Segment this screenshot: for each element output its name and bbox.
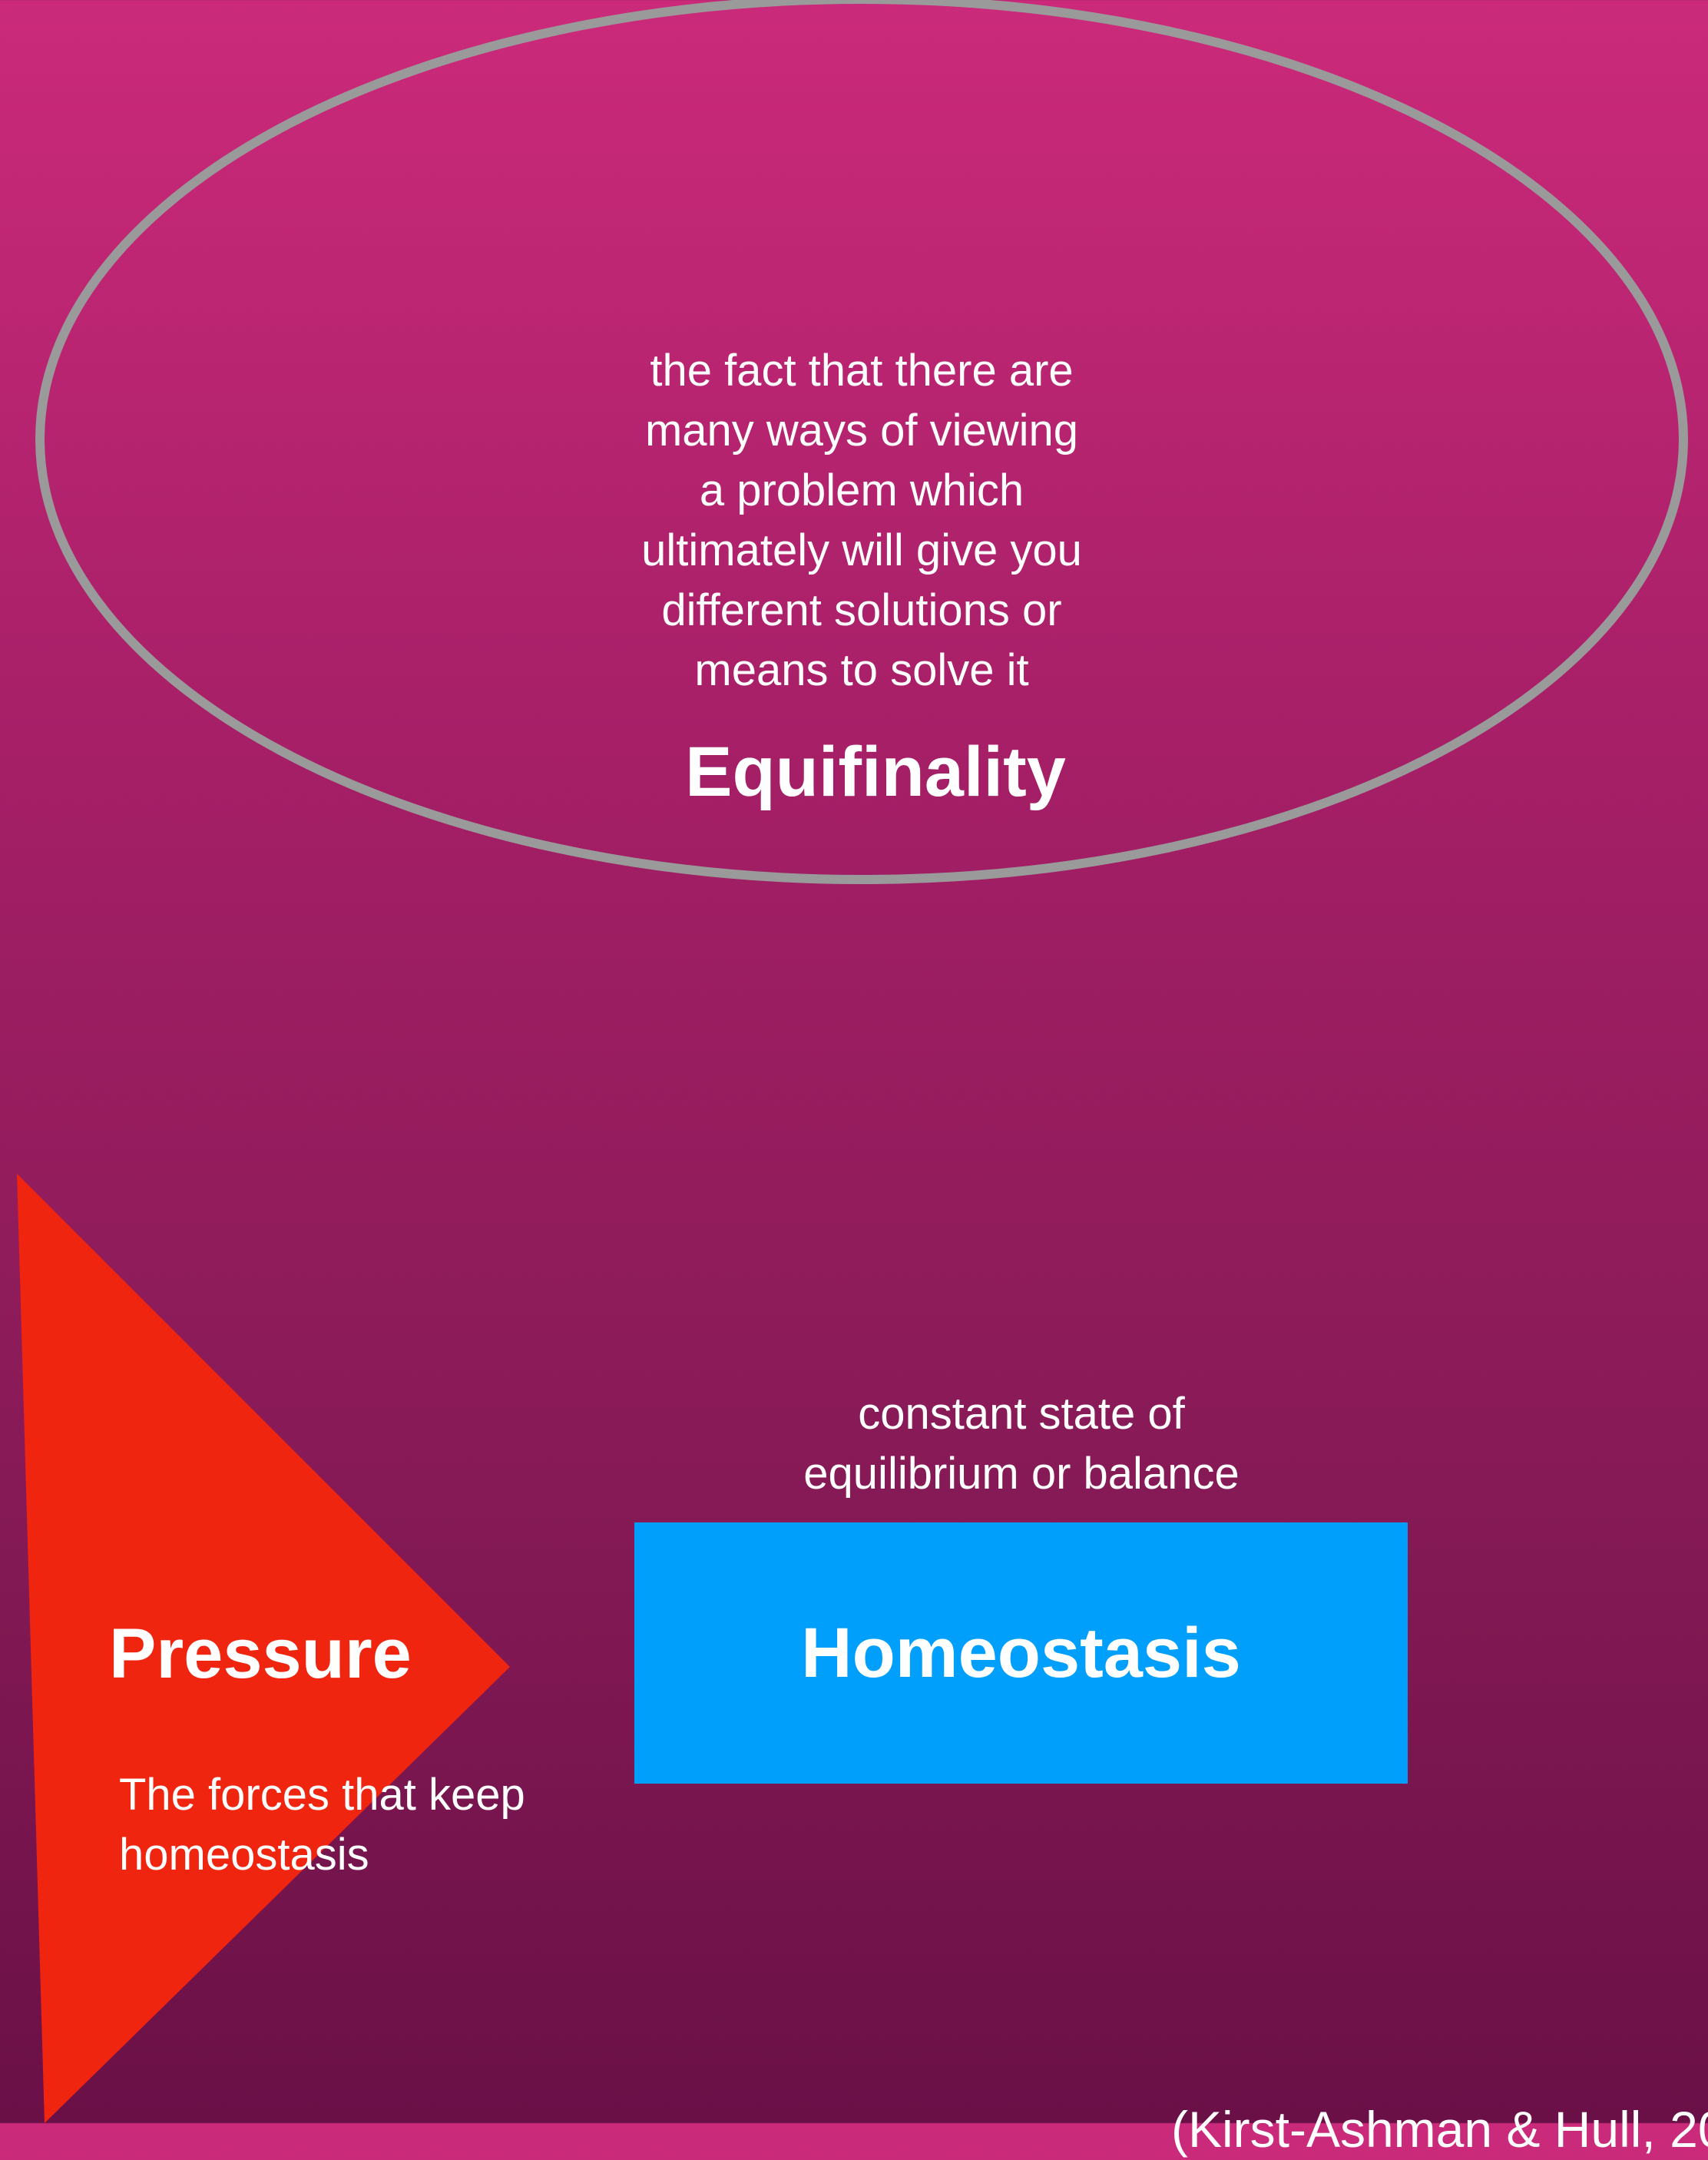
pressure-description-line: homeostasis [119, 1830, 369, 1880]
equifinality-description-line: ultimately will give you [641, 525, 1082, 575]
equifinality-description-line: different solutions or [661, 585, 1062, 635]
homeostasis-description-line: equilibrium or balance [803, 1449, 1240, 1499]
equifinality-description-line: a problem which [699, 465, 1024, 515]
pressure-description: The forces that keep homeostasis [119, 1765, 657, 1885]
equifinality-description: the fact that there are many ways of vie… [554, 341, 1169, 701]
citation-text: (Kirst-Ashman & Hull, 20 [1171, 2101, 1708, 2158]
homeostasis-box: Homeostasis [634, 1522, 1408, 1784]
homeostasis-title: Homeostasis [801, 1613, 1241, 1692]
equifinality-description-line: the fact that there are [650, 346, 1074, 396]
equifinality-description-line: means to solve it [694, 645, 1029, 695]
homeostasis-description: constant state of equilibrium or balance [714, 1384, 1329, 1504]
equifinality-title: Equifinality [685, 733, 1066, 811]
homeostasis-description-line: constant state of [858, 1389, 1185, 1439]
equifinality-description-line: many ways of viewing [644, 406, 1079, 456]
pressure-description-line: The forces that keep [119, 1770, 525, 1820]
pressure-title: Pressure [109, 1615, 412, 1693]
